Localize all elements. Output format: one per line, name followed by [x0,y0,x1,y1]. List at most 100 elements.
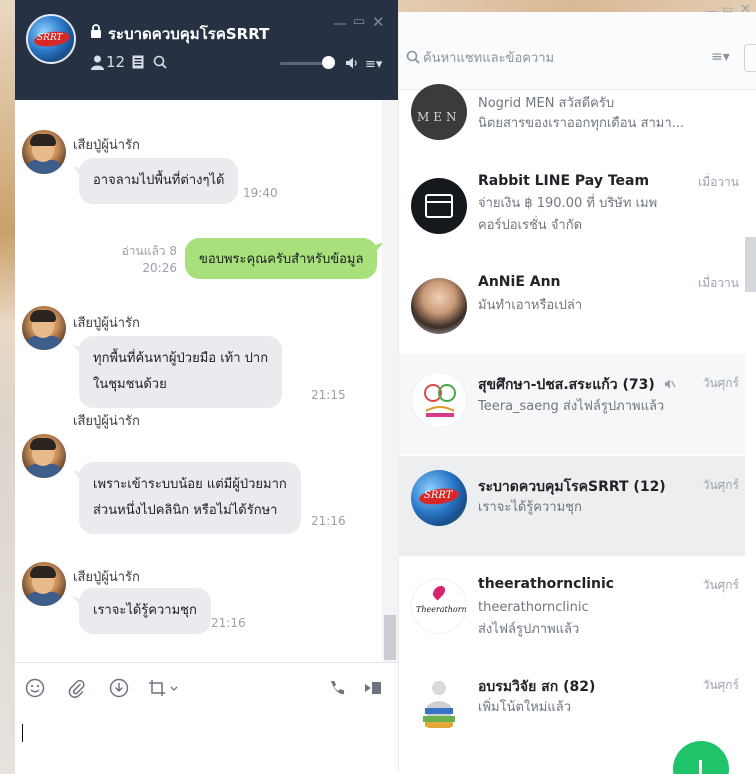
download-icon[interactable] [109,678,129,698]
read-receipt: อ่านแล้ว 8 20:26 [121,244,177,275]
chat-title: ระบาดควบคุมโรคSRRT [108,25,270,43]
list-minimize-button[interactable]: — [706,4,718,18]
sender-name: เสียปู่ผู้น่ารัก [73,316,140,331]
chat-avatar: Theerathorn [411,578,467,634]
chat-list-item[interactable]: Rabbit LINE Pay Team จ่ายเงิน ฿ 190.00 ท… [399,160,745,252]
message-text: ขอบพระคุณครับสำหรับข้อมูล [199,252,364,267]
close-button[interactable]: ✕ [372,13,385,31]
list-side-button[interactable] [744,44,756,72]
chat-preview-line1: จ่ายเงิน ฿ 190.00 ที่ บริษัท เมพ [478,196,658,211]
chat-avatar: SRRT [411,470,467,526]
group-avatar[interactable]: SRRT [26,14,76,64]
chat-avatar [411,674,467,730]
message-bubble[interactable]: ทุกพื้นที่ค้นหาผู้ป่วยมือ เท้า ปาก ในชุม… [79,336,283,408]
list-maximize-button[interactable]: ▭ [722,2,733,16]
sender-name: เสียปู่ผู้น่ารัก [73,138,140,153]
mute-icon [664,379,676,389]
chat-menu-icon[interactable]: ≡▾ [365,57,382,72]
avatar-logo-text: SRRT [37,33,63,43]
list-menu-icon[interactable]: ≡▾ [711,49,730,65]
attach-icon[interactable] [67,678,87,698]
chat-preview-line1: เราจะได้รู้ความชุก [478,500,582,515]
chat-name: ระบาดควบคุมโรคSRRT (12) [478,479,666,495]
sender-avatar[interactable] [22,306,66,350]
chat-name: สุขศึกษา-ปชส.สระแก้ว (73) [478,374,676,396]
chat-date: วันศุกร์ [702,478,739,492]
chat-list-item-selected[interactable]: SRRT ระบาดควบคุมโรคSRRT (12) เราจะได้รู้… [399,456,745,556]
chat-name: อบรมวิจัย สก (82) [478,679,596,695]
search-icon[interactable] [153,55,167,69]
sender-avatar[interactable] [22,562,66,606]
chat-list-item[interactable]: AnNiE Ann มันทำเอาหรือเปล่า เมื่อวาน [399,262,745,350]
chat-list-item[interactable]: Theerathorn theerathornclinic theerathor… [399,560,745,650]
chat-date: วันศุกร์ [702,376,739,390]
message-time: 21:16 [311,514,346,528]
chat-date: วันศุกร์ [702,578,739,592]
message-time: 19:40 [243,186,278,200]
chat-preview-line1: Teera_saeng ส่งไฟล์รูปภาพแล้ว [478,399,665,414]
chat-search-input[interactable] [423,47,683,69]
message-text: เพราะเข้าระบบน้อย แต่มีผู้ป่วยมาก [93,477,287,492]
speaker-icon[interactable] [345,56,359,70]
chat-name: theerathornclinic [478,576,615,592]
chat-date: เมื่อวาน [698,175,739,189]
chat-preview-line2: ส่งไฟล์รูปภาพแล้ว [478,622,580,637]
sender-avatar[interactable] [22,130,66,174]
chat-scrollbar-thumb[interactable] [384,615,396,660]
search-icon [406,50,420,64]
message-time: 21:16 [211,616,246,630]
chat-header: SRRT ระบาดควบคุมโรคSRRT — ▭ ✕ 12 ≡▾ [15,0,398,100]
health-logo-icon [424,384,456,417]
chat-preview-line1: Nogrid MEN สวัสดีครับ [478,96,615,111]
chat-preview-line2: คอร์ปอเรชั่น จำกัด [478,218,583,233]
member-count[interactable]: 12 [106,53,125,71]
message-time: 21:15 [311,388,346,402]
message-bubble[interactable]: เพราะเข้าระบบน้อย แต่มีผู้ป่วยมาก ส่วนหน… [79,462,301,534]
members-icon[interactable] [91,55,104,70]
maximize-button[interactable]: ▭ [353,14,365,29]
text-caret [22,724,23,742]
crop-icon[interactable] [147,678,181,698]
desktop-wallpaper [0,0,16,774]
message-bubble[interactable]: อาจลามไปพื้นที่ต่างๆได้ [79,158,239,204]
chat-scrollbar[interactable] [382,100,398,662]
chat-preview-line1: theerathornclinic [478,600,589,615]
emoji-icon[interactable] [25,678,45,698]
video-icon[interactable] [363,678,383,698]
message-text: เราจะได้รู้ความชุก [93,603,197,618]
chat-list-item[interactable]: MEN Nogrid MEN สวัสดีครับ นิตยสารของเราอ… [399,84,745,156]
sender-name: เสียปู่ผู้น่ารัก [73,414,140,429]
chat-name: Rabbit LINE Pay Team [478,173,650,189]
chat-date: วันศุกร์ [702,678,739,692]
volume-knob[interactable] [322,56,335,69]
list-close-button[interactable]: ✕ [740,2,751,17]
reader-icon [423,681,455,728]
sender-name: เสียปู่ผู้น่ารัก [73,570,140,585]
notes-icon[interactable] [132,55,144,69]
chat-list-item[interactable]: สุขศึกษา-ปชส.สระแก้ว (73) Teera_saeng ส่… [399,354,745,454]
chat-avatar: MEN [411,84,467,140]
chat-avatar [411,278,467,334]
message-list: เสียปู่ผู้น่ารัก อาจลามไปพื้นที่ต่างๆได้… [15,100,398,662]
message-bubble[interactable]: เราจะได้รู้ความชุก [79,588,211,634]
message-text: ทุกพื้นที่ค้นหาผู้ป่วยมือ เท้า ปาก [93,351,269,366]
card-icon [425,194,453,218]
message-input[interactable] [15,714,398,774]
chat-avatar [411,178,467,234]
plus-icon [699,760,702,774]
chat-avatar [411,372,467,428]
chat-date: เมื่อวาน [698,276,739,290]
message-bubble-outgoing[interactable]: ขอบพระคุณครับสำหรับข้อมูล [185,238,378,279]
sender-avatar[interactable] [22,434,66,478]
chat-window-content: SRRT ระบาดควบคุมโรคSRRT — ▭ ✕ 12 ≡▾ เสีย… [15,0,398,774]
chat-name: AnNiE Ann [478,274,561,290]
chat-preview-line1: มันทำเอาหรือเปล่า [478,298,583,313]
chat-list-scrollbar-thumb[interactable] [745,237,756,292]
chat-preview-line1: เพิ่มโน้ตใหม่แล้ว [478,700,572,715]
message-text: ส่วนหนึ่งไปคลินิก หรือไม่ได้รักษา [93,503,278,518]
desktop-wallpaper-top [390,0,756,12]
chat-preview-line2: นิตยสารของเราออกทุกเดือน สามา... [478,116,685,131]
minimize-button[interactable]: — [333,16,347,32]
lock-icon [91,24,101,38]
phone-icon[interactable] [327,678,347,698]
